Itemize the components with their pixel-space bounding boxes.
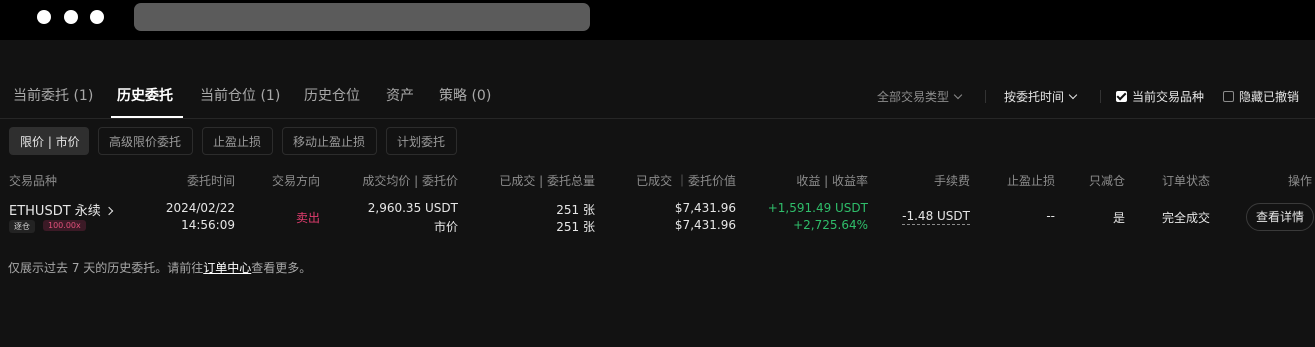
- side-value: 卖出: [295, 211, 320, 225]
- fee-cell: -1.48 USDT: [890, 209, 970, 225]
- note-suffix: 查看更多。: [251, 261, 312, 275]
- current-symbol-checkbox[interactable]: 当前交易品种: [1116, 88, 1204, 105]
- margin-mode-badge: 逐仓: [9, 220, 35, 233]
- maximize-window-icon[interactable]: [90, 10, 104, 24]
- active-tab-indicator: [111, 116, 183, 118]
- leverage-badge: 100.00x: [43, 220, 86, 231]
- minimize-window-icon[interactable]: [64, 10, 78, 24]
- filled-value: $7,431.96: [674, 201, 736, 215]
- hide-cancelled-checkbox[interactable]: 隐藏已撤销: [1223, 88, 1299, 105]
- subtab-trigger-order[interactable]: 计划委托: [386, 127, 457, 155]
- filled-qty: 251 张: [556, 203, 595, 217]
- total-qty: 251 张: [556, 220, 595, 234]
- col-symbol: 交易品种: [9, 174, 58, 188]
- tab-assets[interactable]: 资产: [386, 85, 414, 105]
- total-value: $7,431.96: [674, 218, 736, 232]
- col-value: 已成交 ｜委托价值: [636, 174, 736, 188]
- address-bar[interactable]: [134, 3, 590, 31]
- checkbox-checked-icon: [1116, 91, 1127, 102]
- sort-label: 按委托时间: [1004, 90, 1065, 104]
- chevron-down-icon: [953, 90, 963, 100]
- subtab-advanced-limit[interactable]: 高级限价委托: [98, 127, 193, 155]
- subtab-limit-market[interactable]: 限价 | 市价: [9, 127, 89, 155]
- order-date: 2024/02/22: [165, 201, 235, 215]
- subtab-tp-sl[interactable]: 止盈止损: [202, 127, 273, 155]
- col-action: 操作: [1287, 174, 1312, 188]
- fee-value[interactable]: -1.48 USDT: [902, 209, 970, 225]
- reduce-only-value: 是: [1112, 211, 1125, 225]
- hide-cancelled-label: 隐藏已撤销: [1239, 90, 1300, 104]
- subtab-trailing-stop[interactable]: 移动止盈止损: [282, 127, 377, 155]
- current-symbol-label: 当前交易品种: [1132, 90, 1205, 104]
- divider: [985, 90, 986, 103]
- col-order-time: 委托时间: [186, 174, 235, 188]
- col-price: 成交均价 | 委托价: [362, 174, 458, 188]
- window-titlebar: [0, 0, 1315, 40]
- main-tabs: 当前委托 (1) 历史委托 当前仓位 (1) 历史仓位 资产 策略 (0) 全部…: [0, 74, 1315, 119]
- history-note: 仅展示过去 7 天的历史委托。请前往订单中心查看更多。: [8, 259, 311, 276]
- pnl-value: +1,591.49 USDT: [767, 201, 868, 215]
- close-window-icon[interactable]: [37, 10, 51, 24]
- view-details-button[interactable]: 查看详情: [1246, 203, 1314, 231]
- sort-dropdown[interactable]: 按委托时间: [1004, 88, 1078, 105]
- divider: [1100, 90, 1101, 103]
- tab-order-history[interactable]: 历史委托: [117, 85, 173, 105]
- tab-strategies[interactable]: 策略 (0): [439, 85, 491, 105]
- chevron-right-icon: [104, 206, 114, 216]
- tab-position-history[interactable]: 历史仓位: [304, 85, 360, 105]
- note-prefix: 仅展示过去 7 天的历史委托。请前往: [8, 261, 204, 275]
- pnl-rate: +2,725.64%: [793, 218, 868, 232]
- chevron-down-icon: [1068, 90, 1078, 100]
- order-price: 市价: [433, 220, 458, 234]
- avg-price: 2,960.35 USDT: [367, 201, 458, 215]
- col-reduce-only: 只减仓: [1088, 174, 1125, 188]
- tab-positions[interactable]: 当前仓位 (1): [200, 85, 280, 105]
- col-pnl: 收益 | 收益率: [796, 174, 868, 188]
- symbol-name: ETHUSDT 永续: [9, 204, 101, 219]
- trade-type-label: 全部交易类型: [877, 90, 950, 104]
- tpsl-value: --: [1046, 209, 1055, 223]
- order-status: 完全成交: [1161, 211, 1210, 225]
- checkbox-unchecked-icon: [1223, 91, 1234, 102]
- trade-type-dropdown[interactable]: 全部交易类型: [877, 88, 963, 105]
- tab-open-orders[interactable]: 当前委托 (1): [13, 85, 93, 105]
- col-side: 交易方向: [271, 174, 320, 188]
- col-tpsl: 止盈止损: [1006, 174, 1055, 188]
- order-time: 14:56:09: [181, 218, 235, 232]
- col-fee: 手续费: [933, 174, 970, 188]
- symbol-link[interactable]: ETHUSDT 永续: [9, 200, 114, 219]
- col-status: 订单状态: [1161, 174, 1210, 188]
- col-amount: 已成交 | 委托总量: [499, 174, 595, 188]
- order-center-link[interactable]: 订单中心: [203, 261, 251, 275]
